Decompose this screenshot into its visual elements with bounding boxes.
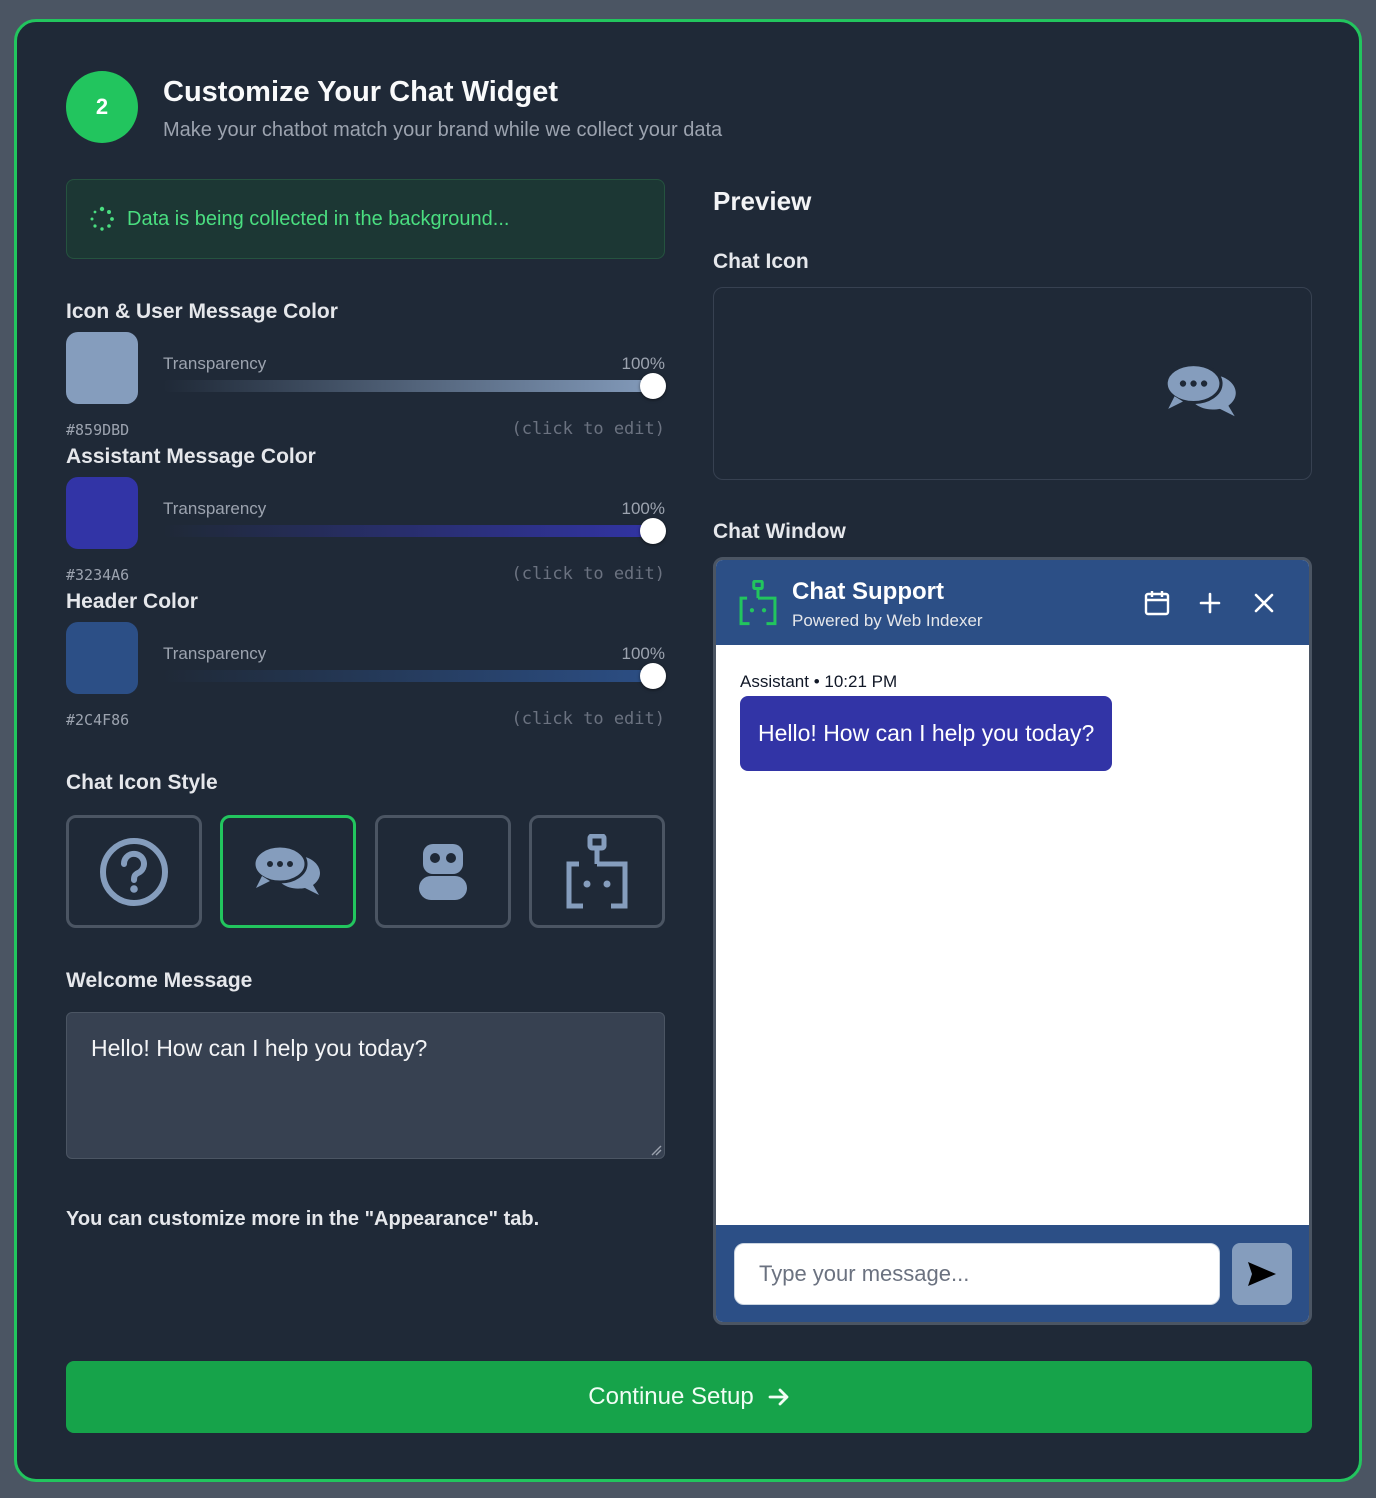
- calendar-icon[interactable]: [1143, 589, 1171, 617]
- icon-option-robot[interactable]: [375, 815, 511, 928]
- chat-window-preview: Chat Support Powered by Web Indexer Assi…: [713, 557, 1312, 1325]
- send-button[interactable]: [1232, 1243, 1292, 1305]
- header-transparency-label: Transparency: [163, 644, 267, 663]
- icon-transparency-thumb[interactable]: [640, 373, 666, 399]
- robot-icon: [419, 843, 467, 900]
- robot-outline-icon: [566, 833, 628, 908]
- chat-window-subtitle: Powered by Web Indexer: [792, 611, 983, 630]
- assistant-transparency-value: 100%: [621, 499, 665, 518]
- header-transparency-thumb[interactable]: [640, 663, 666, 689]
- resize-handle-icon[interactable]: [651, 1145, 662, 1156]
- chat-icon-label: Chat Icon: [713, 250, 809, 273]
- step-badge: 2: [66, 71, 138, 143]
- continue-button[interactable]: Continue Setup: [66, 1361, 1312, 1433]
- welcome-message-input[interactable]: Hello! How can I help you today?: [66, 1012, 665, 1159]
- icon-edit-hint[interactable]: (click to edit): [365, 419, 665, 439]
- chat-window-label: Chat Window: [713, 520, 846, 543]
- chat-window-header: Chat Support Powered by Web Indexer: [716, 560, 1309, 645]
- header-edit-hint[interactable]: (click to edit): [365, 709, 665, 729]
- setup-card: 2 Customize Your Chat Widget Make your c…: [14, 19, 1362, 1482]
- assistant-message-bubble: Hello! How can I help you today?: [740, 696, 1113, 771]
- chat-window-body: Assistant • 10:21 PM Hello! How can I he…: [716, 645, 1309, 1225]
- header-transparency-value: 100%: [621, 644, 665, 663]
- assistant-color-hex[interactable]: #3234A6: [66, 566, 129, 584]
- chat-window-title: Chat Support: [792, 578, 944, 605]
- appearance-hint: You can customize more in the "Appearanc…: [66, 1208, 540, 1230]
- spinner-icon: [90, 206, 114, 231]
- close-icon[interactable]: [1253, 592, 1275, 614]
- icon-color-swatch[interactable]: [66, 332, 138, 404]
- chat-bubbles-icon: [252, 844, 320, 895]
- chat-message-input[interactable]: Type your message...: [734, 1243, 1220, 1305]
- preview-heading: Preview: [713, 186, 812, 216]
- icon-transparency-label: Transparency: [163, 354, 267, 373]
- header-color-hex[interactable]: #2C4F86: [66, 711, 129, 729]
- assistant-color-label: Assistant Message Color: [66, 445, 316, 468]
- chat-icon-preview: [713, 287, 1312, 480]
- welcome-label: Welcome Message: [66, 969, 253, 992]
- plus-icon[interactable]: [1198, 591, 1222, 615]
- icon-color-hex[interactable]: #859DBD: [66, 421, 129, 439]
- icon-option-question[interactable]: [66, 815, 202, 928]
- header-color-swatch[interactable]: [66, 622, 138, 694]
- chat-bubbles-icon[interactable]: [1164, 360, 1240, 424]
- message-meta: Assistant • 10:21 PM: [740, 672, 898, 691]
- arrow-right-icon: [768, 1388, 789, 1406]
- header-transparency-slider[interactable]: [163, 670, 665, 682]
- send-icon: [1248, 1262, 1276, 1286]
- icon-option-robot-outline[interactable]: [529, 815, 665, 928]
- assistant-transparency-thumb[interactable]: [640, 518, 666, 544]
- icon-transparency-slider[interactable]: [163, 380, 665, 392]
- icon-style-label: Chat Icon Style: [66, 771, 218, 794]
- chat-window-footer: Type your message...: [716, 1225, 1309, 1322]
- assistant-transparency-slider[interactable]: [163, 525, 665, 537]
- assistant-transparency-label: Transparency: [163, 499, 267, 518]
- page-title: Customize Your Chat Widget: [163, 76, 559, 108]
- assistant-color-swatch[interactable]: [66, 477, 138, 549]
- status-text: Data is being collected in the backgroun…: [127, 207, 510, 230]
- assistant-edit-hint[interactable]: (click to edit): [365, 564, 665, 584]
- icon-option-chat-bubbles[interactable]: [220, 815, 356, 928]
- continue-label: Continue Setup: [588, 1383, 754, 1410]
- icon-transparency-value: 100%: [621, 354, 665, 373]
- robot-outline-icon: [739, 580, 777, 626]
- icon-color-label: Icon & User Message Color: [66, 300, 338, 323]
- header-color-label: Header Color: [66, 590, 198, 613]
- question-circle-icon: [100, 837, 168, 906]
- page-subtitle: Make your chatbot match your brand while…: [163, 119, 723, 141]
- collection-status-banner: Data is being collected in the backgroun…: [66, 179, 665, 259]
